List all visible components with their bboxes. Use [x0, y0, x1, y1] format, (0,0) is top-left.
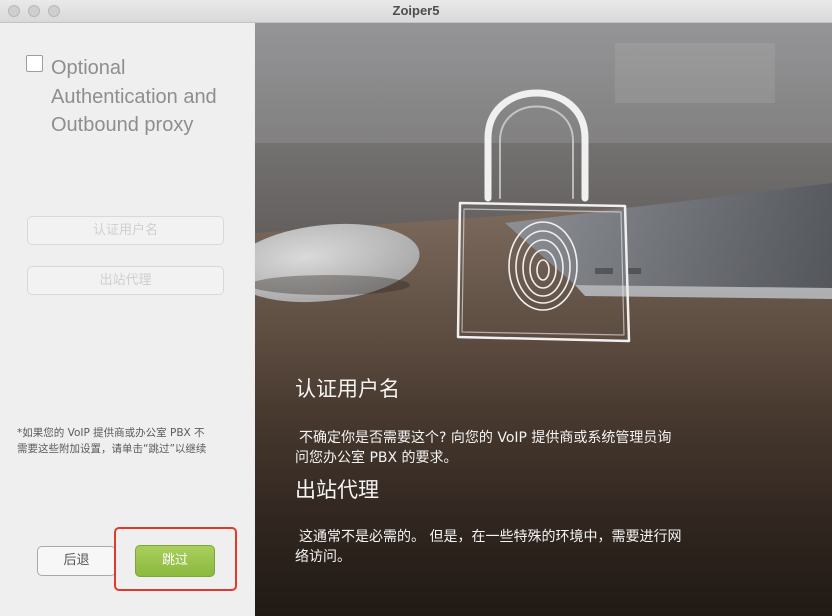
outbound-proxy-description: 这通常不是必需的。 但是，在一些特殊的环境中，需要进行网 络访问。: [295, 527, 749, 567]
skip-hint-line-1: *如果您的 VoIP 提供商或办公室 PBX 不: [17, 427, 205, 439]
skip-hint-line-2: 需要这些附加设置，请单击“跳过”以继续: [17, 443, 207, 455]
outbound-proxy-field[interactable]: 出站代理: [27, 266, 224, 295]
optional-auth-checkbox[interactable]: [26, 55, 43, 72]
auth-description-line-2: 问您办公室 PBX 的要求。: [295, 450, 458, 466]
window-title: Zoiper5: [392, 3, 440, 18]
title-bar: Zoiper5: [0, 0, 832, 23]
proxy-description-line-2: 络访问。: [295, 549, 351, 565]
settings-panel: Optional Authentication and Outbound pro…: [0, 23, 254, 616]
back-button[interactable]: 后退: [37, 546, 116, 576]
optional-auth-label-line-2: Authentication and: [51, 85, 217, 108]
skip-button[interactable]: 跳过: [135, 545, 215, 577]
optional-auth-label[interactable]: Optional Authentication and Outbound pro…: [51, 54, 251, 140]
optional-auth-label-line-1: Optional: [51, 57, 126, 79]
optional-auth-label-line-3: Outbound proxy: [51, 114, 194, 136]
outbound-proxy-heading: 出站代理: [295, 478, 379, 502]
auth-username-heading: 认证用户名: [295, 377, 400, 401]
auth-username-description: 不确定你是否需要这个? 向您的 VoIP 提供商或系统管理员询 问您办公室 PB…: [295, 428, 749, 468]
app-window: Zoiper5 Optional Authentication and Outb…: [0, 0, 832, 616]
skip-hint-note: *如果您的 VoIP 提供商或办公室 PBX 不 需要这些附加设置，请单击“跳过…: [17, 425, 239, 457]
auth-description-line-1: 不确定你是否需要这个? 向您的 VoIP 提供商或系统管理员询: [299, 430, 672, 446]
auth-username-field[interactable]: 认证用户名: [27, 216, 224, 245]
proxy-description-line-1: 这通常不是必需的。 但是，在一些特殊的环境中，需要进行网: [299, 529, 682, 545]
info-panel: 认证用户名 不确定你是否需要这个? 向您的 VoIP 提供商或系统管理员询 问您…: [255, 23, 832, 616]
